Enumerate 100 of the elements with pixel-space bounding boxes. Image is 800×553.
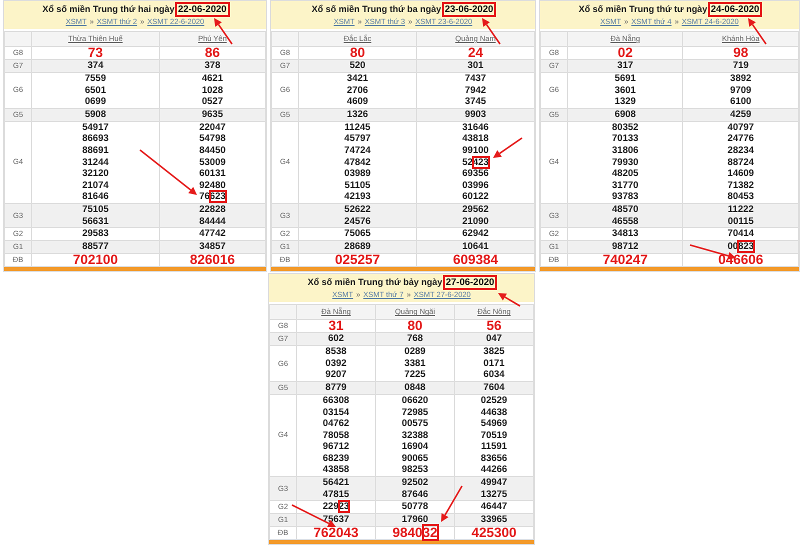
annotation-arrow [482, 18, 501, 44]
draw-date: 22-06-2020 [176, 4, 228, 15]
prize-number: 9709 [730, 84, 752, 96]
prize-number: 70133 [612, 133, 638, 145]
prize-number: 92480 [199, 180, 226, 192]
table-title: Xổ số miền Trung thứ hai ngày [42, 4, 176, 14]
prize-number: 520 [350, 60, 366, 72]
prize-number: 06620 [402, 394, 428, 406]
prize-number: 40797 [728, 122, 754, 134]
prize-number: 79930 [612, 156, 638, 168]
prize-number: 54798 [199, 133, 226, 145]
prize-number: 11591 [481, 441, 507, 453]
prize-number: 11245 [344, 122, 370, 134]
prize-number: 0392 [325, 358, 347, 370]
prize-number: 86 [204, 47, 220, 59]
prize-number: 6100 [730, 96, 752, 108]
prize-number: 3381 [404, 358, 426, 370]
prize-number: 32120 [82, 168, 109, 180]
prize-number: 66308 [322, 394, 350, 406]
prize-number: 6501 [84, 84, 106, 96]
prize-number: 6908 [614, 108, 636, 121]
annotation-arrow [140, 149, 197, 195]
annotation-arrow [748, 18, 767, 44]
prize-number: 24776 [728, 133, 754, 145]
prize-number: 1326 [346, 108, 368, 121]
prize-number: 69356 [462, 168, 489, 180]
prize-number: 7559 [84, 73, 106, 85]
prize-number: 78058 [322, 430, 350, 442]
prize-number: 31 [328, 320, 344, 332]
prize-number: 03154 [322, 406, 350, 418]
prize-number: 88691 [82, 144, 109, 157]
prize-number: 602 [328, 333, 344, 345]
prize-number: 75065 [344, 228, 371, 240]
prize-number: 740247 [602, 254, 648, 266]
prize-number: 28689 [344, 241, 371, 253]
prize-number: 10641 [462, 241, 489, 253]
prize-number: 83656 [480, 452, 508, 464]
prize-number: 93783 [612, 191, 638, 203]
prize-number: 025257 [334, 254, 380, 266]
prize-number: 34813 [612, 228, 638, 240]
prize-number: 75105 [82, 204, 109, 216]
prize-number: 80 [407, 320, 422, 332]
prize-number: 17960 [402, 514, 428, 526]
prize-number: 43858 [322, 464, 350, 476]
annotation-arrow [493, 137, 522, 158]
draw-date: 23-06-2020 [444, 4, 494, 15]
prize-number: 24 [468, 47, 483, 59]
annotation-arrow [214, 18, 233, 44]
prize-number: 768 [407, 333, 423, 345]
prize-number: 96712 [322, 441, 350, 453]
prize-number: 80453 [728, 191, 754, 203]
prize-number: 0171 [483, 358, 505, 370]
prize-number: 73 [88, 47, 103, 59]
prize-number: 5691 [614, 73, 636, 85]
prize-number: 00115 [728, 216, 754, 228]
prize-number: 33965 [480, 514, 508, 526]
prize-number: 60122 [462, 191, 489, 203]
prize-number: 34857 [199, 241, 226, 253]
prize-number: 90065 [402, 452, 428, 464]
prize-number: 14609 [728, 168, 754, 180]
prize-number: 31646 [462, 122, 489, 134]
prize-number: 80352 [612, 122, 638, 134]
prize-number: 826016 [190, 254, 235, 266]
prize-number: 50778 [402, 501, 428, 514]
prize-number: 84450 [199, 144, 226, 157]
prize-number: 98712 [612, 241, 638, 253]
prize-number: 54917 [82, 122, 109, 134]
prize-number: 84444 [199, 216, 226, 228]
prize-number: 98253 [402, 464, 428, 476]
prize-number: 984032 [392, 527, 438, 540]
prize-number: 1028 [202, 84, 223, 96]
prize-number: 32388 [402, 430, 428, 442]
prize-number: 317 [617, 60, 634, 72]
prize-number: 99100 [462, 144, 489, 157]
prize-number: 44638 [480, 406, 508, 418]
prize-number: 3421 [346, 73, 368, 85]
prize-number: 00575 [402, 418, 428, 430]
prize-number: 31244 [82, 156, 109, 168]
prize-number: 4259 [730, 108, 752, 121]
prize-number: 88724 [728, 156, 754, 168]
prize-number: 45797 [344, 133, 371, 145]
prize-number: 46447 [480, 501, 508, 514]
prize-number: 52 423 [462, 156, 489, 168]
prize-number: 374 [88, 60, 104, 72]
prize-number: 13275 [480, 488, 508, 500]
prize-number: 43818 [462, 133, 489, 145]
prize-number: 52622 [344, 204, 371, 216]
prize-number: 87646 [402, 488, 428, 500]
prize-number: 29583 [82, 228, 109, 240]
prize-number: 0848 [404, 382, 426, 394]
prize-number: 60131 [199, 168, 226, 180]
prize-number: 75637 [322, 514, 350, 526]
prize-number: 3745 [464, 96, 486, 108]
prize-number: 425300 [471, 527, 517, 540]
prize-number: 1329 [614, 96, 636, 108]
prize-number: 04762 [322, 418, 350, 430]
prize-number: 74724 [344, 144, 371, 157]
prize-number: 047 [486, 333, 502, 345]
prize-number: 6034 [483, 369, 505, 381]
prize-number: 0699 [84, 96, 106, 108]
